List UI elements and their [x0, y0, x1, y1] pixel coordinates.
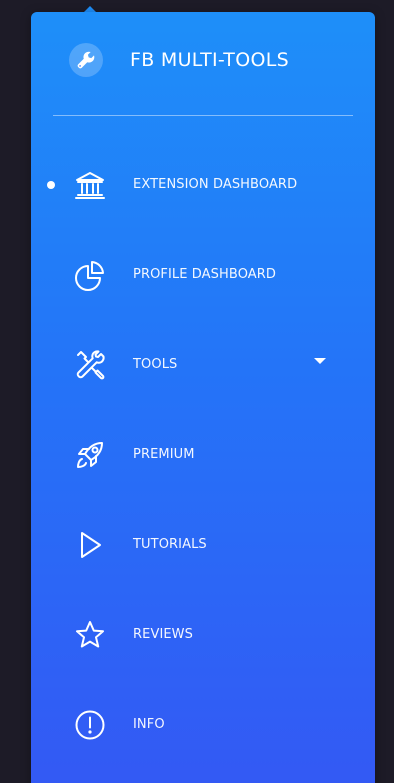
rocket-icon — [73, 438, 107, 472]
app-stage: FB MULTI-TOOLS EXTENSION DASHBOARD PROFI… — [0, 0, 394, 783]
active-indicator — [47, 181, 55, 189]
nav-label: PROFILE DASHBOARD — [133, 267, 277, 282]
star-icon — [73, 618, 107, 652]
nav-item-reviews[interactable]: REVIEWS — [31, 590, 375, 680]
divider — [53, 115, 353, 116]
nav-item-premium[interactable]: PREMIUM — [31, 410, 375, 500]
tools-icon — [73, 348, 107, 382]
nav-label: INFO — [133, 717, 165, 732]
nav-item-tools[interactable]: TOOLS — [31, 320, 375, 410]
nav-item-info[interactable]: INFO — [31, 680, 375, 770]
bank-icon — [73, 168, 107, 202]
play-icon — [73, 528, 107, 562]
brand-link[interactable]: FB MULTI-TOOLS — [69, 43, 289, 77]
wrench-icon — [69, 43, 103, 77]
nav-label: REVIEWS — [133, 627, 193, 642]
info-icon — [73, 708, 107, 742]
pie-chart-icon — [73, 258, 107, 292]
nav-label: TUTORIALS — [133, 537, 207, 552]
nav-label: PREMIUM — [133, 447, 195, 462]
sidebar-menu: FB MULTI-TOOLS EXTENSION DASHBOARD PROFI… — [31, 12, 375, 783]
nav-item-profile-dashboard[interactable]: PROFILE DASHBOARD — [31, 230, 375, 320]
nav-label: EXTENSION DASHBOARD — [133, 177, 298, 192]
nav-item-extension-dashboard[interactable]: EXTENSION DASHBOARD — [31, 140, 375, 230]
nav-item-tutorials[interactable]: TUTORIALS — [31, 500, 375, 590]
nav-list: EXTENSION DASHBOARD PROFILE DASHBOARD TO… — [31, 140, 375, 770]
nav-label: TOOLS — [133, 357, 178, 372]
chevron-down-icon[interactable] — [314, 358, 326, 364]
brand-title: FB MULTI-TOOLS — [130, 49, 289, 71]
